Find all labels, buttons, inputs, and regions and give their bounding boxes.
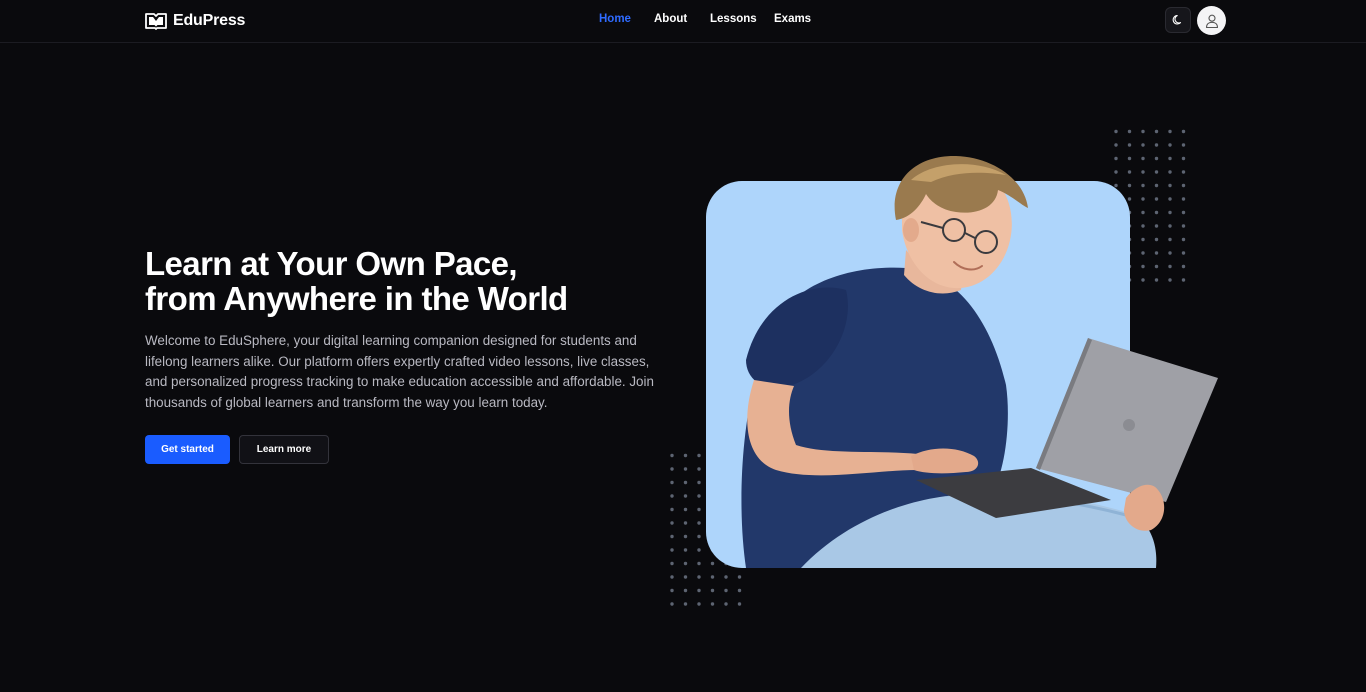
- learn-more-button[interactable]: Learn more: [239, 435, 329, 464]
- user-icon: [1205, 14, 1218, 28]
- get-started-button[interactable]: Get started: [145, 435, 230, 464]
- hero-title-line-2: from Anywhere in the World: [145, 280, 568, 317]
- main-nav: Home About Lessons Exams: [599, 13, 824, 25]
- brand-name: EduPress: [173, 12, 246, 29]
- hero-title-line-1: Learn at Your Own Pace,: [145, 245, 518, 282]
- site-header: EduPress Home About Lessons Exams: [0, 0, 1366, 43]
- nav-exams[interactable]: Exams: [774, 13, 824, 25]
- theme-toggle-button[interactable]: [1165, 7, 1191, 33]
- hero-title: Learn at Your Own Pace, from Anywhere in…: [145, 246, 568, 316]
- nav-about[interactable]: About: [654, 13, 710, 25]
- nav-home[interactable]: Home: [599, 13, 654, 25]
- student-with-laptop-image: [741, 155, 1218, 568]
- moon-icon: [1172, 15, 1182, 25]
- open-book-icon: [145, 13, 167, 30]
- nav-lessons[interactable]: Lessons: [710, 13, 774, 25]
- brand-logo-link[interactable]: EduPress: [145, 10, 245, 32]
- hero-description: Welcome to EduSphere, your digital learn…: [145, 333, 654, 410]
- user-avatar-button[interactable]: [1197, 6, 1226, 35]
